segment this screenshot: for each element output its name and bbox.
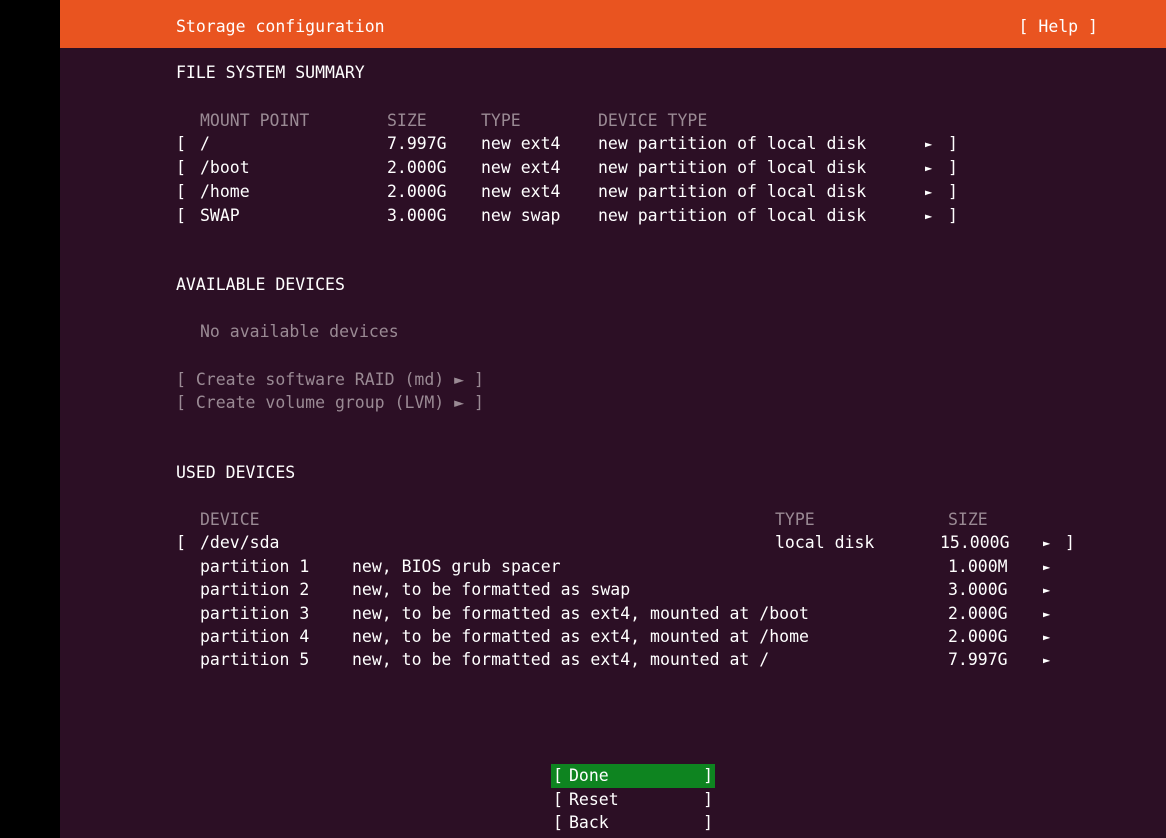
no-devices-message: No available devices (200, 322, 399, 341)
row-close-bracket: ] (948, 134, 958, 153)
arrow-right-icon: ► (925, 209, 933, 223)
arrow-right-icon: ► (1043, 653, 1051, 667)
size: 7.997G (387, 134, 447, 153)
row-close-bracket: ] (948, 182, 958, 201)
reset-button[interactable]: [ Reset ] (551, 788, 715, 812)
fs-type: new swap (481, 206, 561, 225)
back-button[interactable]: [ Back ] (551, 811, 715, 835)
button-open-bracket: [ (553, 766, 563, 785)
arrow-right-icon: ► (1043, 536, 1051, 550)
partition-desc: new, to be formatted as ext4, mounted at… (352, 627, 809, 646)
done-button-label: Done (569, 766, 609, 785)
create-raid-button[interactable]: [ Create software RAID (md) ► ] (176, 368, 484, 392)
button-open-bracket: [ (553, 813, 563, 832)
partition-name: partition 5 (200, 650, 310, 669)
arrow-right-icon: ► (1043, 630, 1051, 644)
row-close-bracket: ] (1065, 533, 1075, 552)
size: 2.000G (387, 182, 447, 201)
partition-size: 3.000G (948, 580, 1008, 599)
device-name: /dev/sda (200, 533, 280, 552)
fs-type: new ext4 (481, 182, 561, 201)
col-device-type: DEVICE TYPE (598, 111, 708, 130)
row-open-bracket: [ (176, 134, 186, 153)
arrow-right-icon: ► (925, 161, 933, 175)
partition-name: partition 1 (200, 557, 310, 576)
button-open-bracket: [ (553, 790, 563, 809)
partition-size: 1.000M (948, 557, 1008, 576)
title-bar: Storage configuration [ Help ] (60, 0, 1166, 48)
row-open-bracket: [ (176, 206, 186, 225)
partition-name: partition 2 (200, 580, 310, 599)
partition-name: partition 3 (200, 604, 310, 623)
fs-type: new ext4 (481, 158, 561, 177)
col-type: TYPE (775, 510, 815, 529)
device-type: new partition of local disk (598, 134, 867, 153)
col-device: DEVICE (200, 510, 260, 529)
installer-screen: Storage configuration [ Help ] FILE SYST… (60, 0, 1166, 838)
partition-size: 2.000G (948, 604, 1008, 623)
available-devices-heading: AVAILABLE DEVICES (176, 275, 345, 294)
arrow-right-icon: ► (925, 137, 933, 151)
device-type: new partition of local disk (598, 158, 867, 177)
row-close-bracket: ] (948, 158, 958, 177)
device-size: 15.000G (940, 533, 1010, 552)
arrow-right-icon: ► (1043, 560, 1051, 574)
partition-size: 2.000G (948, 627, 1008, 646)
col-type: TYPE (481, 111, 521, 130)
size: 2.000G (387, 158, 447, 177)
col-mount-point: MOUNT POINT (200, 111, 310, 130)
page-title: Storage configuration (176, 17, 385, 36)
arrow-right-icon: ► (925, 185, 933, 199)
col-size: SIZE (387, 111, 427, 130)
partition-name: partition 4 (200, 627, 310, 646)
create-lvm-button[interactable]: [ Create volume group (LVM) ► ] (176, 391, 484, 415)
device-type: new partition of local disk (598, 182, 867, 201)
mount-point: SWAP (200, 206, 240, 225)
partition-desc: new, to be formatted as ext4, mounted at… (352, 650, 770, 669)
used-devices-heading: USED DEVICES (176, 463, 296, 482)
button-close-bracket: ] (703, 790, 713, 809)
reset-button-label: Reset (569, 790, 619, 809)
button-close-bracket: ] (703, 813, 713, 832)
mount-point: /home (200, 182, 250, 201)
fs-type: new ext4 (481, 134, 561, 153)
row-open-bracket: [ (176, 158, 186, 177)
arrow-right-icon: ► (1043, 583, 1051, 597)
done-button[interactable]: [ Done ] (551, 764, 715, 788)
col-size: SIZE (948, 510, 988, 529)
partition-size: 7.997G (948, 650, 1008, 669)
back-button-label: Back (569, 813, 609, 832)
partition-desc: new, to be formatted as swap (352, 580, 631, 599)
row-open-bracket: [ (176, 533, 186, 552)
arrow-right-icon: ► (1043, 607, 1051, 621)
row-close-bracket: ] (948, 206, 958, 225)
mount-point: / (200, 134, 210, 153)
mount-point: /boot (200, 158, 250, 177)
device-type: local disk (775, 533, 875, 552)
row-open-bracket: [ (176, 182, 186, 201)
partition-desc: new, to be formatted as ext4, mounted at… (352, 604, 809, 623)
fs-summary-heading: FILE SYSTEM SUMMARY (176, 63, 365, 82)
device-type: new partition of local disk (598, 206, 867, 225)
partition-desc: new, BIOS grub spacer (352, 557, 561, 576)
size: 3.000G (387, 206, 447, 225)
button-close-bracket: ] (703, 766, 713, 785)
help-button[interactable]: [ Help ] (1019, 17, 1098, 37)
